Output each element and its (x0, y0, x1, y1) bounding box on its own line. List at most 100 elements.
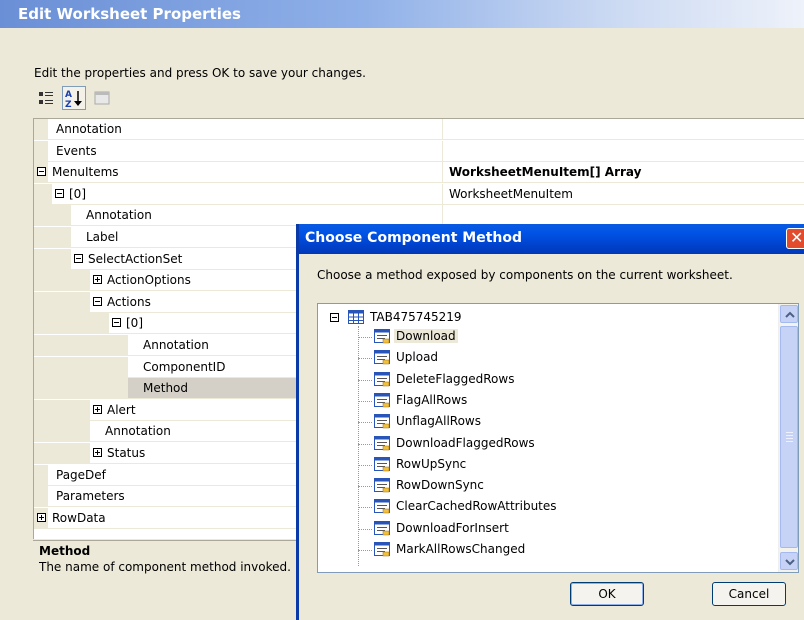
method-label: RowDownSync (396, 478, 484, 493)
property-row[interactable]: MenuItems WorksheetMenuItem[] Array (34, 162, 804, 184)
property-name-cell[interactable]: Events (34, 140, 443, 161)
chooser-title-bar: Choose Component Method ✕ (299, 224, 804, 254)
svg-text:A: A (65, 90, 72, 100)
cancel-button[interactable]: Cancel (712, 582, 786, 606)
collapse-icon[interactable] (37, 167, 46, 177)
property-name: MenuItems (52, 165, 119, 180)
property-value-cell[interactable] (443, 119, 804, 139)
close-button[interactable]: ✕ (786, 228, 804, 249)
description-text: The name of component method invoked. (39, 560, 291, 574)
method-label: DownloadFlaggedRows (396, 435, 535, 450)
tree-connector (358, 358, 372, 360)
row-gutter (34, 183, 52, 204)
row-gutter (34, 486, 48, 507)
tree-connector (358, 443, 372, 445)
sort-alphabetical-icon: A Z (65, 90, 82, 109)
method-icon (374, 456, 390, 472)
scroll-down-button[interactable] (780, 552, 798, 570)
tree-connector (358, 550, 372, 551)
row-gutter (34, 335, 128, 355)
expand-icon[interactable] (93, 404, 102, 414)
row-gutter (34, 378, 128, 399)
method-icon (374, 371, 390, 386)
method-icon (374, 350, 390, 365)
method-label: Upload (396, 350, 439, 365)
choose-method-dialog: Choose Component Method ✕ Choose a metho… (296, 224, 804, 620)
collapse-icon[interactable] (93, 296, 102, 306)
property-value-cell[interactable] (443, 205, 804, 225)
method-tree[interactable]: TAB475745219 Download Upload DeleteFlagged… (317, 303, 799, 573)
method-label: Download (394, 329, 458, 343)
collapse-icon[interactable] (74, 253, 83, 263)
property-name: PageDef (56, 467, 106, 482)
collapse-icon[interactable] (112, 318, 121, 328)
row-gutter (34, 421, 90, 442)
property-value: WorksheetMenuItem (449, 186, 573, 201)
method-icon (374, 478, 390, 493)
categorized-button[interactable] (34, 86, 58, 110)
property-name: [0] (126, 316, 143, 331)
table-grid-icon (348, 310, 364, 324)
outer-title: Edit Worksheet Properties (18, 5, 241, 23)
method-icon (374, 520, 390, 535)
property-name: Label (86, 230, 119, 244)
method-icon (374, 329, 390, 344)
property-value-cell[interactable]: WorksheetMenuItem (443, 184, 804, 204)
tree-connector (358, 379, 372, 381)
ok-button[interactable]: OK (570, 582, 644, 606)
tree-connector (358, 326, 359, 566)
row-gutter (34, 291, 90, 312)
property-name-cell[interactable]: Annotation (34, 119, 443, 139)
method-label: FlagAllRows (396, 392, 468, 407)
row-gutter (34, 399, 90, 420)
row-gutter (34, 356, 128, 377)
categorized-icon (39, 92, 53, 104)
method-label: DeleteFlaggedRows (396, 371, 515, 386)
property-name: SelectActionSet (88, 251, 183, 266)
property-name-cell[interactable]: MenuItems (34, 162, 443, 183)
property-name: RowData (52, 510, 106, 525)
row-gutter (34, 227, 71, 247)
tree-connector (358, 337, 372, 338)
property-pages-button[interactable] (90, 86, 114, 110)
collapse-icon[interactable] (55, 188, 64, 198)
alphabetical-button[interactable]: A Z (62, 86, 86, 110)
method-icon (374, 414, 390, 429)
scroll-thumb[interactable] (780, 326, 798, 548)
method-label: DownloadForInsert (396, 520, 509, 535)
description-panel: Method The name of component method invo… (33, 540, 304, 615)
property-value-cell[interactable]: WorksheetMenuItem[] Array (443, 162, 804, 182)
row-gutter (34, 205, 71, 226)
expand-icon[interactable] (93, 275, 102, 285)
root-label: TAB475745219 (370, 310, 462, 324)
property-name: [0] (69, 186, 86, 201)
property-value-cell[interactable] (443, 141, 804, 161)
property-name: Annotation (105, 424, 171, 439)
property-name-cell[interactable]: [0] (34, 183, 443, 204)
tree-scrollbar[interactable] (778, 304, 798, 572)
property-name: Actions (107, 294, 151, 309)
close-icon: ✕ (790, 228, 804, 247)
tree-connector (358, 422, 372, 424)
property-value: WorksheetMenuItem[] Array (449, 165, 642, 180)
row-gutter (34, 140, 48, 161)
expand-icon[interactable] (93, 448, 102, 457)
property-row[interactable]: Annotation (34, 119, 804, 140)
property-name: Parameters (56, 489, 125, 504)
row-gutter (34, 313, 109, 334)
svg-text:Z: Z (65, 100, 72, 109)
method-icon (374, 392, 390, 408)
property-name: Annotation (143, 338, 209, 352)
property-name: Status (107, 446, 146, 460)
scroll-up-button[interactable] (780, 305, 798, 323)
expand-icon[interactable] (37, 512, 46, 522)
property-name-cell[interactable]: Annotation (34, 205, 443, 226)
property-row[interactable]: Events (34, 140, 804, 162)
instruction-text: Edit the properties and press OK to save… (34, 66, 366, 80)
method-label: UnflagAllRows (396, 414, 482, 429)
row-gutter (34, 464, 48, 485)
collapse-icon[interactable] (330, 313, 339, 322)
property-name: Method (143, 381, 189, 396)
tree-connector (358, 400, 372, 402)
property-row[interactable]: [0] WorksheetMenuItem (34, 183, 804, 205)
